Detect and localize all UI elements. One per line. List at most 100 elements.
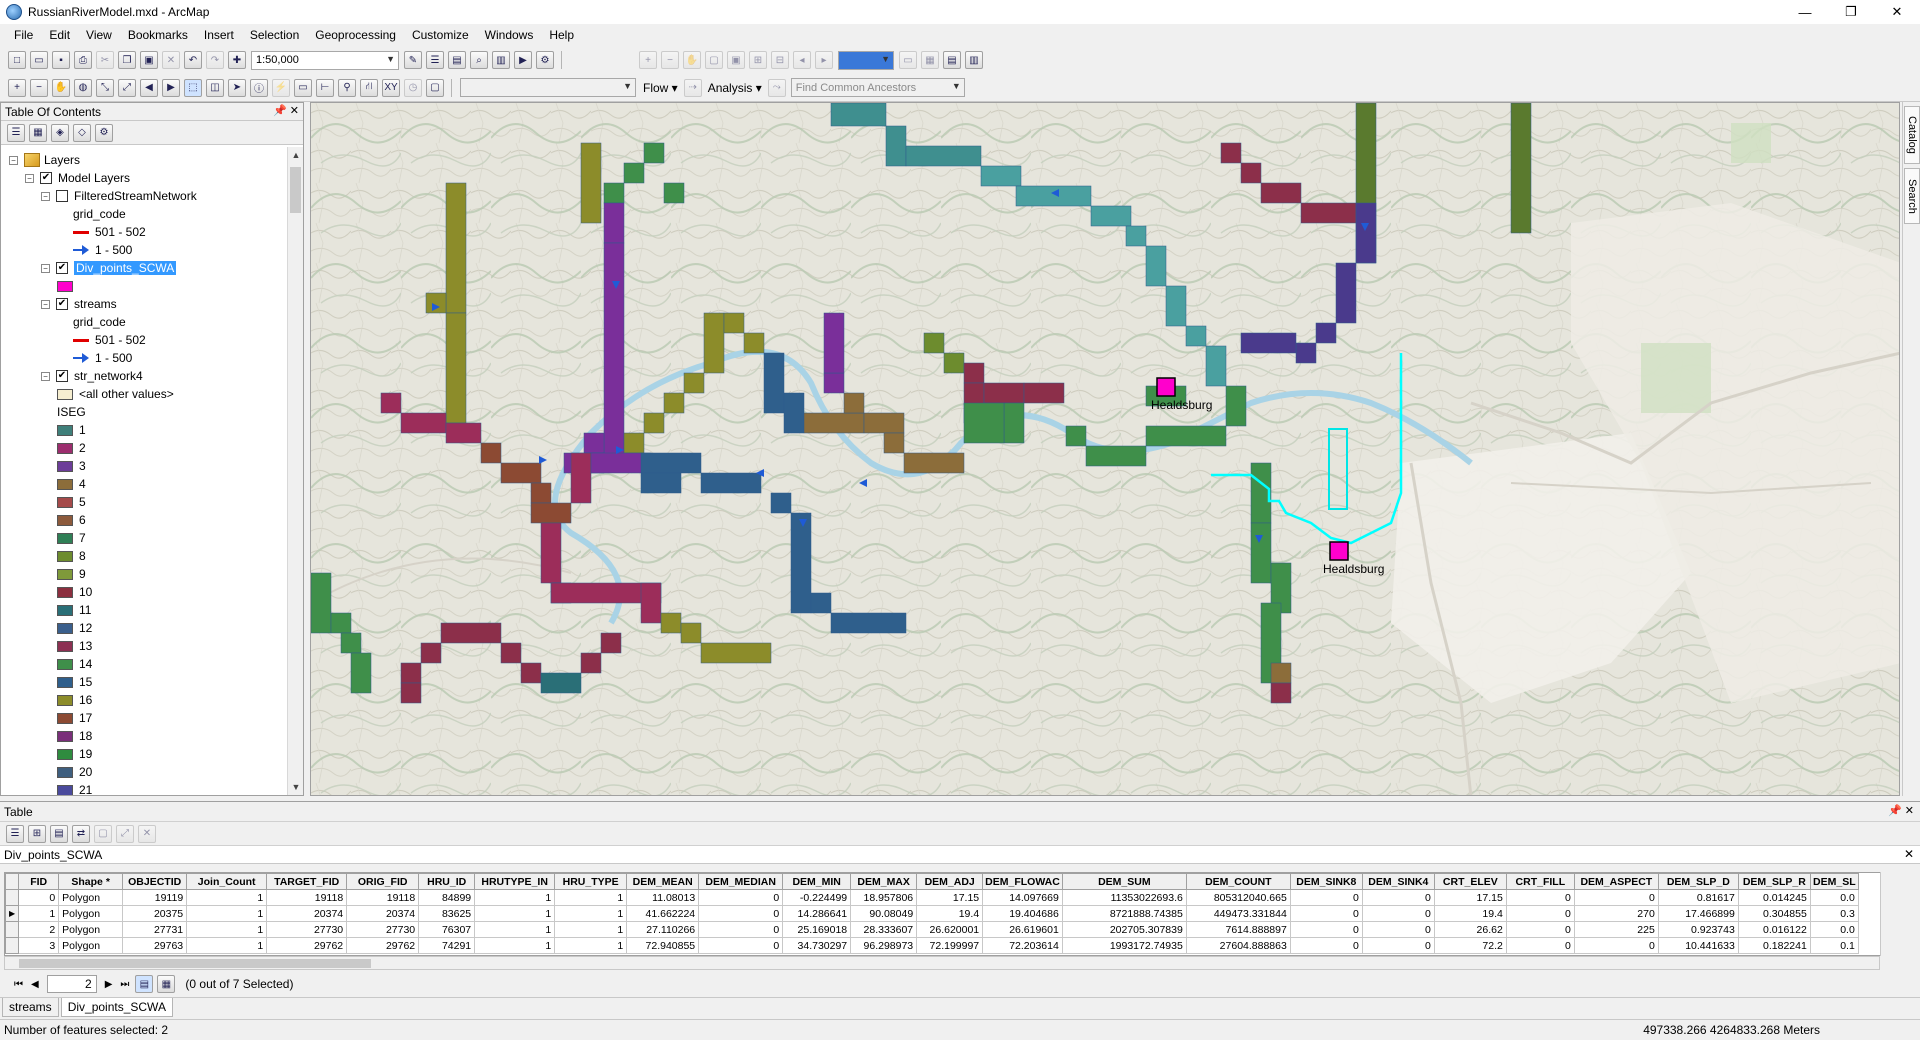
table-cell[interactable]: 0 [1505, 905, 1575, 922]
switch-selection-icon[interactable]: ⇄ [72, 824, 90, 843]
table-cell[interactable]: 0 [1361, 921, 1435, 938]
table-cell[interactable]: 0.0 [1809, 889, 1859, 906]
collapse-icon[interactable]: − [41, 191, 50, 201]
table-cell[interactable]: 0 [1361, 937, 1435, 954]
table-cell[interactable]: 0 [18, 889, 60, 906]
table-cell[interactable]: Polygon [58, 921, 124, 938]
table-cell[interactable]: 202705.307839 [1061, 921, 1187, 938]
table-cell[interactable]: Polygon [58, 905, 124, 922]
column-header[interactable]: DEM_SINK4 [1361, 873, 1435, 890]
tab-streams[interactable]: streams [2, 998, 59, 1017]
table-cell[interactable]: 0 [1505, 889, 1575, 906]
table-cell[interactable]: 1 [554, 937, 628, 954]
legend-swatch[interactable] [57, 496, 73, 508]
copy-icon[interactable]: ❐ [118, 51, 136, 69]
go-forward-icon[interactable]: ▶ [162, 78, 180, 97]
zoom-in-icon[interactable]: + [8, 78, 26, 97]
table-cell[interactable]: 26.620001 [916, 921, 984, 938]
add-data-icon[interactable]: ✚ [228, 51, 246, 69]
back-extent-icon[interactable]: ◂ [793, 51, 811, 69]
print-icon[interactable]: ⎙ [74, 51, 92, 69]
scroll-thumb[interactable] [19, 959, 371, 968]
toc-row[interactable]: 17 [57, 709, 92, 727]
table-cell[interactable]: Polygon [58, 889, 124, 906]
table-cell[interactable]: 19.4 [916, 905, 984, 922]
table-cell[interactable]: 0.304855 [1737, 905, 1811, 922]
column-header[interactable]: DEM_MEAN [626, 873, 700, 890]
table-cell[interactable]: 0 [1505, 921, 1575, 938]
arrow-symbol-icon[interactable] [73, 245, 89, 255]
list-by-drawing-order-icon[interactable]: ☰ [7, 123, 25, 142]
list-by-visibility-icon[interactable]: ◈ [51, 123, 69, 142]
analysis-menu[interactable]: Analysis ▾ [708, 81, 762, 95]
legend-swatch[interactable] [57, 658, 73, 670]
legend-swatch[interactable] [57, 712, 73, 724]
table-cell[interactable]: 19.4 [1433, 905, 1507, 922]
toc-row[interactable]: 19 [57, 745, 92, 763]
table-cell[interactable]: 18.957806 [850, 889, 918, 906]
table-cell[interactable]: 19119 [122, 889, 188, 906]
legend-swatch[interactable] [57, 442, 73, 454]
table-cell[interactable]: 0 [1573, 889, 1659, 906]
time-slider-icon[interactable]: ◷ [404, 78, 422, 97]
scroll-thumb[interactable] [290, 167, 301, 213]
forward-extent-icon[interactable]: ▸ [815, 51, 833, 69]
table-options-icon[interactable]: ☰ [6, 824, 24, 843]
data-driven-pages-icon[interactable]: ▥ [965, 51, 983, 69]
table-cell[interactable]: 0 [1289, 921, 1363, 938]
table-cell[interactable]: 27730 [346, 921, 420, 938]
layer-visibility-checkbox[interactable] [56, 190, 68, 202]
table-cell[interactable]: 72.203614 [982, 937, 1063, 954]
table-cell[interactable]: 0 [698, 937, 784, 954]
next-record-icon[interactable]: ▶ [105, 979, 113, 990]
table-cell[interactable]: 1 [474, 937, 556, 954]
first-record-icon[interactable]: ⏮ [14, 979, 23, 990]
scroll-up-icon[interactable]: ▲ [288, 147, 304, 163]
column-header[interactable]: DEM_SINK8 [1289, 873, 1363, 890]
legend-swatch[interactable] [57, 694, 73, 706]
toc-row[interactable]: 14 [57, 655, 92, 673]
table-cell[interactable]: 0.016122 [1737, 921, 1811, 938]
table-cell[interactable]: 0 [1289, 937, 1363, 954]
model-builder-icon[interactable]: ⚙ [536, 51, 554, 69]
column-header[interactable]: HRUTYPE_IN [474, 873, 556, 890]
column-header[interactable]: DEM_SL [1809, 873, 1859, 890]
legend-swatch[interactable] [57, 640, 73, 652]
cut-icon[interactable]: ✂ [96, 51, 114, 69]
table-cell[interactable]: 0.1 [1809, 937, 1859, 954]
open-folder-icon[interactable]: ▭ [30, 51, 48, 69]
table-cell[interactable]: 0 [1361, 905, 1435, 922]
menu-edit[interactable]: Edit [41, 26, 78, 44]
table-cell[interactable]: 25.169018 [782, 921, 852, 938]
maximize-button[interactable]: ❐ [1828, 0, 1874, 24]
show-selected-records-icon[interactable]: ▦ [157, 975, 176, 993]
diversion-point-marker[interactable] [1156, 377, 1176, 397]
table-row[interactable]: 0 Polygon 19119 1 19118 19118 84899 1 1 11.08013 0… [5, 889, 1859, 906]
legend-swatch[interactable] [57, 766, 73, 778]
toc-row[interactable]: 13 [57, 637, 92, 655]
column-header[interactable]: CRT_ELEV [1433, 873, 1507, 890]
column-header[interactable]: DEM_MAX [850, 873, 918, 890]
row-selector[interactable] [5, 921, 20, 938]
select-by-attributes-icon[interactable]: ▤ [50, 824, 68, 843]
table-cell[interactable]: 1 [186, 889, 268, 906]
table-cell[interactable]: 270 [1573, 905, 1659, 922]
column-header[interactable]: HRU_ID [418, 873, 476, 890]
find-route-icon[interactable]: ⛙ [360, 78, 378, 97]
table-cell[interactable]: 0 [1361, 889, 1435, 906]
table-cell[interactable]: 17.466899 [1657, 905, 1739, 922]
row-selector[interactable]: ▶ [5, 905, 20, 922]
toc-row[interactable]: 2 [57, 439, 86, 457]
table-cell[interactable]: 0.0 [1809, 921, 1859, 938]
table-cell[interactable]: 11.08013 [626, 889, 700, 906]
table-cell[interactable]: 0 [1573, 937, 1659, 954]
table-cell[interactable]: 19.404686 [982, 905, 1063, 922]
table-cell[interactable]: 14.097669 [982, 889, 1063, 906]
flow-tool-icon[interactable]: ⇢ [683, 78, 702, 97]
table-cell[interactable]: 29762 [346, 937, 420, 954]
toc-row[interactable]: 4 [57, 475, 86, 493]
table-cell[interactable]: 34.730297 [782, 937, 852, 954]
legend-swatch[interactable] [57, 604, 73, 616]
scroll-down-icon[interactable]: ▼ [288, 779, 304, 795]
python-icon[interactable]: ▶ [514, 51, 532, 69]
